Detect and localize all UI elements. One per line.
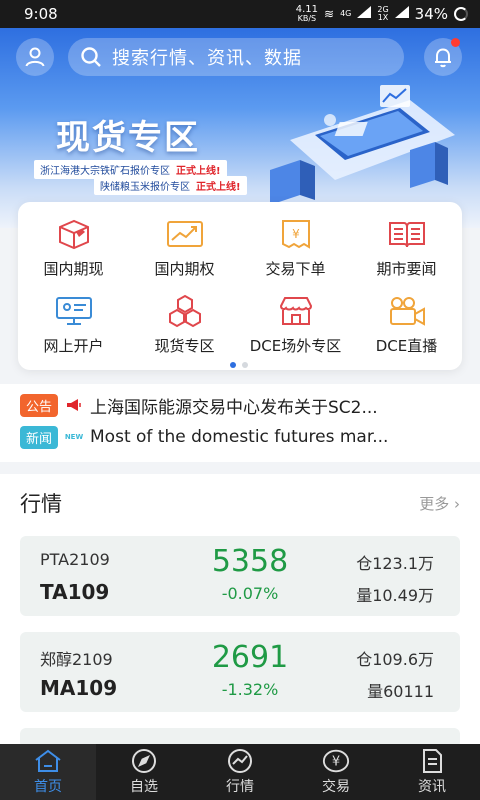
banner-illustration (270, 85, 455, 205)
bottom-tab-bar: 首页 自选 行情 ¥ 交易 资讯 (0, 744, 480, 800)
menu-label: 现货专区 (154, 337, 215, 355)
monitor-icon (52, 293, 96, 329)
news-ticker: 公告 上海国际能源交易中心发布关于SC2... 新闻 NEW Most of t… (0, 384, 480, 462)
search-bar[interactable]: 搜索行情、资讯、数据 (68, 38, 404, 76)
tab-label: 资讯 (418, 779, 446, 795)
hexagons-icon (163, 293, 207, 329)
status-bar: 9:08 4.11 KB/S ≋ 4G 2G 1X 34% (0, 0, 480, 28)
pager-dot-active[interactable] (230, 362, 236, 368)
megaphone-icon (64, 398, 84, 412)
tab-news[interactable]: 资讯 (384, 744, 480, 800)
menu-label: 网上开户 (43, 337, 104, 355)
net-speed: 4.11 KB/S (295, 4, 318, 23)
menu-label: DCE场外专区 (249, 337, 342, 355)
quote-open-interest: 仓123.1万 (356, 554, 434, 573)
video-camera-icon (385, 293, 429, 329)
app-screen: 9:08 4.11 KB/S ≋ 4G 2G 1X 34% 搜索行情、资讯、数据… (0, 0, 480, 800)
notification-dot (451, 38, 460, 47)
news-text: Most of the domestic futures mar... (90, 427, 389, 447)
quote-volume: 量10.49万 (356, 586, 434, 605)
top-bar: 搜索行情、资讯、数据 (0, 38, 480, 76)
tab-label: 行情 (226, 779, 254, 795)
market-header: 行情 更多 › (20, 488, 460, 518)
quote-change: -1.32% (221, 680, 279, 699)
menu-item-dce-otc[interactable]: DCE场外专区 (240, 293, 351, 356)
notice-row[interactable]: 公告 上海国际能源交易中心发布关于SC2... (20, 393, 460, 418)
tab-market[interactable]: 行情 (192, 744, 288, 800)
receipt-icon: ¥ (274, 216, 318, 252)
market-more-link[interactable]: 更多 › (419, 493, 460, 514)
menu-item-spot-zone[interactable]: 现货专区 (129, 293, 240, 356)
menu-item-place-order[interactable]: ¥ 交易下单 (240, 216, 351, 279)
menu-label: DCE直播 (375, 337, 438, 355)
compass-icon (130, 748, 158, 774)
quick-menu-grid: 国内期现 国内期权 ¥ 交易下单 期市要闻 网上开户 现货专区 DCE场外专区 … (18, 216, 462, 356)
hero-banner[interactable]: 搜索行情、资讯、数据 现货专区 浙江海港大宗铁矿石报价专区 正式上线! 陕储粮玉… (0, 28, 480, 228)
yen-icon: ¥ (322, 748, 350, 774)
search-icon (81, 47, 101, 67)
notice-text: 上海国际能源交易中心发布关于SC2... (90, 397, 378, 418)
profile-button[interactable] (16, 38, 54, 76)
battery-percent: 34% (414, 5, 448, 23)
document-icon (418, 748, 446, 774)
market-section: 行情 更多 › PTA2109 TA109 5358 -0.07% 仓123.1… (0, 474, 480, 748)
market-title: 行情 (20, 492, 62, 516)
gem-box-icon (52, 216, 96, 252)
menu-item-market-news[interactable]: 期市要闻 (351, 216, 462, 279)
tab-label: 首页 (34, 779, 62, 795)
svg-text:¥: ¥ (292, 227, 300, 241)
status-time: 9:08 (24, 5, 58, 23)
menu-label: 交易下单 (265, 260, 326, 278)
notifications-button[interactable] (424, 38, 462, 76)
notice-badge: 公告 (20, 393, 59, 417)
bell-icon (435, 48, 451, 68)
quote-name: 郑醇2109 (40, 650, 113, 669)
quote-code: MA109 (40, 676, 118, 700)
quote-code: TA109 (40, 580, 110, 604)
quote-card[interactable]: PTA2109 TA109 5358 -0.07% 仓123.1万 量10.49… (20, 536, 460, 616)
pager-dot[interactable] (242, 362, 248, 368)
news-badge: 新闻 (20, 425, 59, 449)
status-indicators: 4.11 KB/S ≋ 4G 2G 1X 34% (296, 5, 468, 23)
tab-watchlist[interactable]: 自选 (96, 744, 192, 800)
shop-icon (274, 293, 318, 329)
menu-item-open-account[interactable]: 网上开户 (18, 293, 129, 356)
menu-item-domestic-options[interactable]: 国内期权 (129, 216, 240, 279)
chart-line-icon (226, 748, 254, 774)
svg-text:¥: ¥ (332, 755, 340, 770)
banner-title: 现货专区 (56, 118, 200, 158)
quote-open-interest: 仓109.6万 (356, 650, 434, 669)
battery-icon (454, 7, 468, 21)
quote-name: PTA2109 (40, 550, 110, 569)
signal-4g: 4G (340, 9, 352, 18)
quote-price: 5358 (211, 544, 289, 579)
newspaper-icon (385, 216, 429, 252)
tab-trade[interactable]: ¥ 交易 (288, 744, 384, 800)
quick-menu: 国内期现 国内期权 ¥ 交易下单 期市要闻 网上开户 现货专区 DCE场外专区 … (18, 202, 462, 370)
quote-change: -0.07% (221, 584, 279, 603)
wifi-icon: ≋ (324, 7, 335, 21)
trend-chart-icon (163, 216, 207, 252)
home-icon (34, 748, 62, 774)
news-row[interactable]: 新闻 NEW Most of the domestic futures mar.… (20, 425, 460, 449)
signal-2g: 2G 1X (377, 5, 389, 22)
user-icon (25, 47, 45, 67)
menu-label: 国内期现 (43, 260, 104, 278)
quote-price: 2691 (211, 640, 289, 675)
signal-bars-2-icon (394, 6, 409, 22)
tab-label: 交易 (322, 779, 350, 795)
tab-label: 自选 (130, 779, 158, 795)
banner-tag-2: 陕储粮玉米报价专区 正式上线! (94, 176, 247, 195)
menu-label: 期市要闻 (376, 260, 437, 278)
menu-label: 国内期权 (154, 260, 215, 278)
quote-card[interactable]: 郑醇2109 MA109 2691 -1.32% 仓109.6万 量60111 (20, 632, 460, 712)
quote-volume: 量60111 (367, 682, 434, 701)
new-tag-icon: NEW (64, 433, 84, 441)
signal-bars-icon (357, 6, 372, 22)
search-placeholder: 搜索行情、资讯、数据 (112, 48, 302, 69)
menu-pager (230, 362, 248, 368)
menu-item-dce-live[interactable]: DCE直播 (351, 293, 462, 356)
tab-home[interactable]: 首页 (0, 744, 96, 800)
menu-item-domestic-futures[interactable]: 国内期现 (18, 216, 129, 279)
